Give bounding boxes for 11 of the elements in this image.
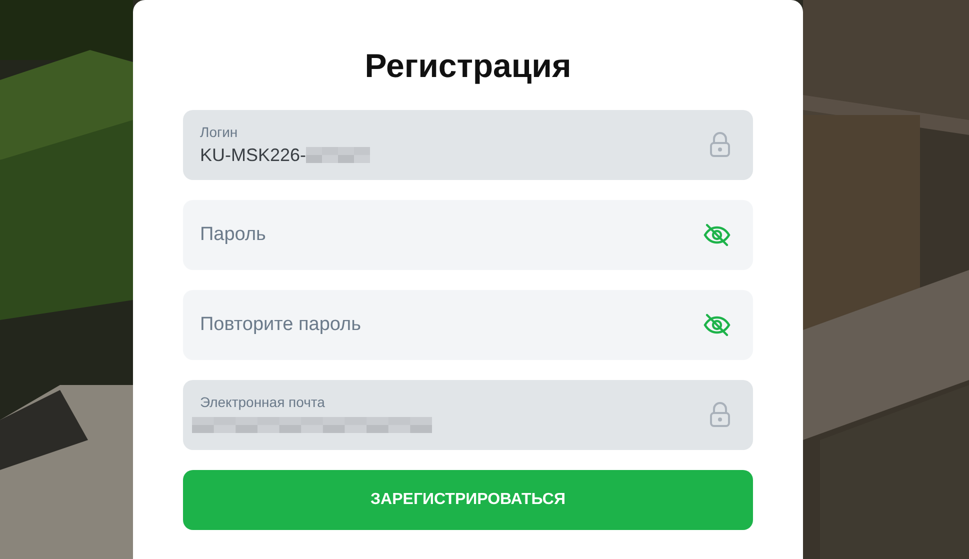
field-label: Логин — [200, 124, 239, 140]
email-field[interactable]: Электронная почта — [183, 380, 753, 450]
eye-off-icon[interactable] — [703, 223, 731, 247]
field-value: KU-MSK226- — [200, 144, 306, 166]
eye-off-icon[interactable] — [703, 313, 731, 337]
lock-icon — [709, 402, 731, 428]
register-button[interactable]: ЗАРЕГИСТРИРОВАТЬСЯ — [183, 470, 753, 530]
field-label: Электронная почта — [200, 394, 326, 410]
login-field[interactable]: Логин KU-MSK226- — [183, 110, 753, 180]
form-title: Регистрация — [364, 46, 572, 86]
lock-icon — [709, 132, 731, 158]
